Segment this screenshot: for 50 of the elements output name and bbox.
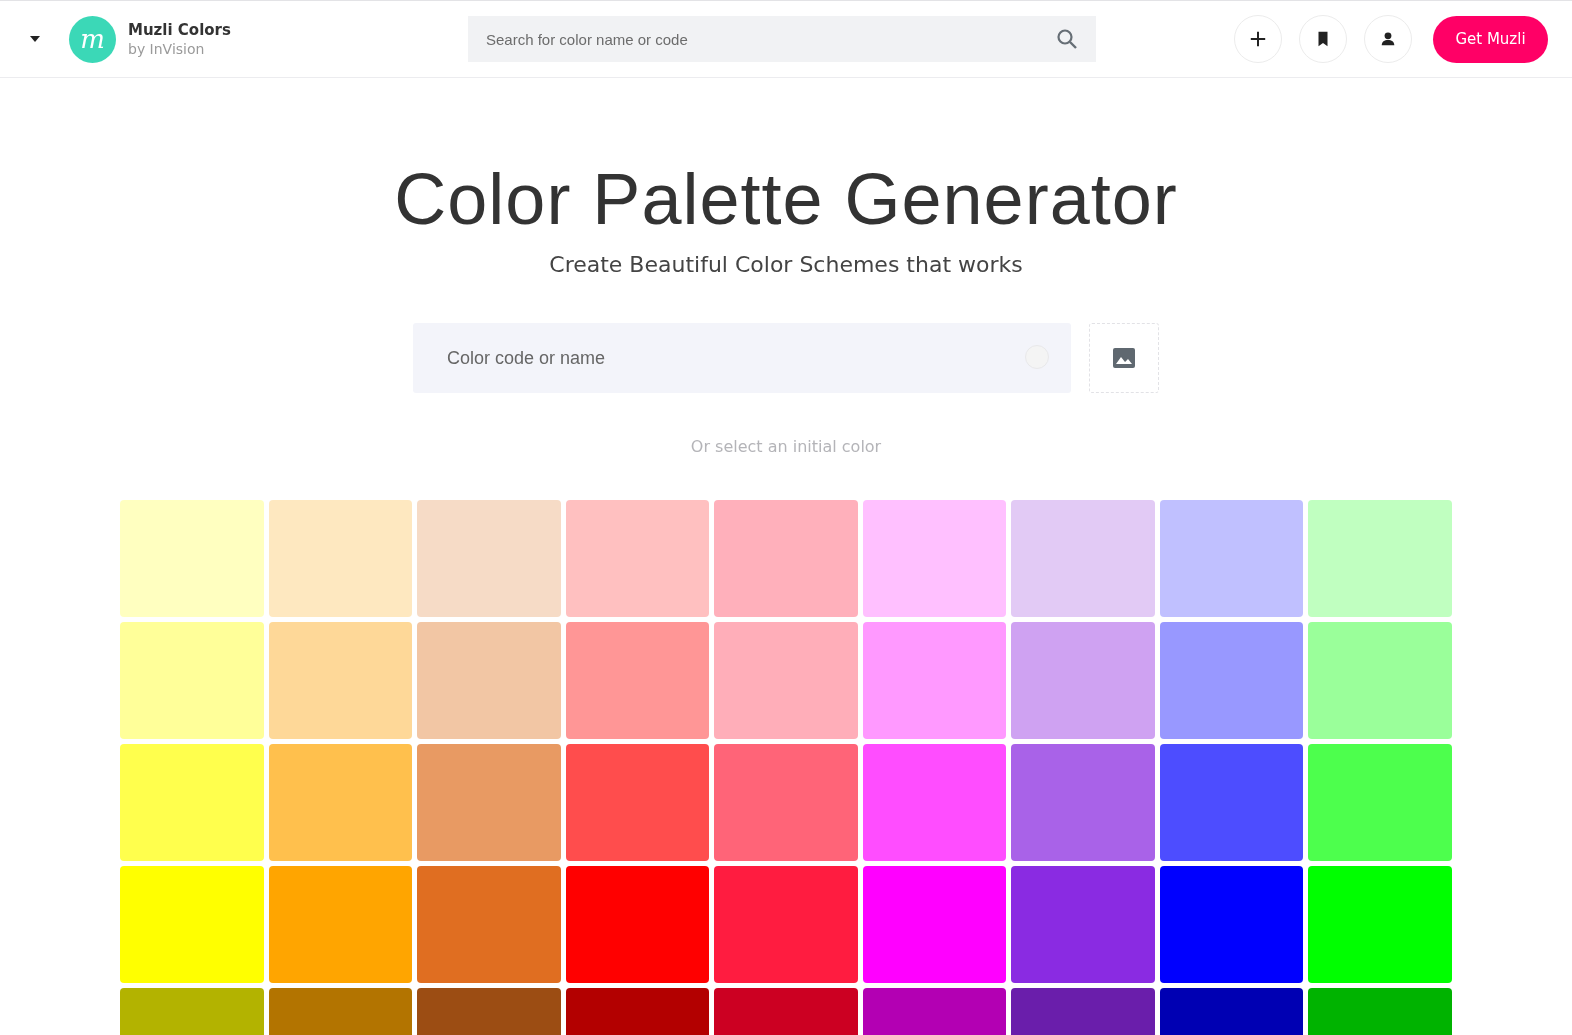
color-swatch[interactable] [862,500,1007,617]
page-subtitle: Create Beautiful Color Schemes that works [549,252,1023,277]
color-swatch[interactable] [120,866,264,983]
color-input-field[interactable]: Color code or name [413,323,1071,393]
color-swatch[interactable] [862,622,1007,739]
color-swatch[interactable] [268,866,413,983]
image-icon [1112,346,1136,370]
search-field[interactable]: Search for color name or code [468,16,1096,62]
color-swatch[interactable] [1308,500,1452,617]
color-swatch[interactable] [1011,622,1155,739]
page-title: Color Palette Generator [394,158,1178,240]
color-swatch[interactable] [714,744,858,861]
person-icon [1379,30,1397,48]
color-swatch[interactable] [268,622,413,739]
search-icon[interactable] [1056,28,1078,50]
color-swatch[interactable] [1159,500,1304,617]
color-swatch[interactable] [1011,866,1155,983]
color-swatch[interactable] [417,866,561,983]
color-swatch[interactable] [268,500,413,617]
color-swatch[interactable] [1159,866,1304,983]
color-swatch[interactable] [1308,866,1452,983]
color-swatch[interactable] [120,500,264,617]
brand-name: Muzli Colors [128,21,232,39]
color-swatch[interactable] [714,866,858,983]
color-swatch[interactable] [862,866,1007,983]
image-upload-button[interactable] [1089,323,1159,393]
color-swatch[interactable] [417,744,561,861]
color-swatch[interactable] [268,744,413,861]
color-swatch[interactable] [565,500,710,617]
color-swatch[interactable] [565,622,710,739]
color-swatch[interactable] [1308,622,1452,739]
hint-text: Or select an initial color [690,437,882,456]
plus-icon [1249,30,1267,48]
color-swatch[interactable] [1159,622,1304,739]
color-swatch[interactable] [862,744,1007,861]
color-swatch[interactable] [565,744,710,861]
color-swatch[interactable] [1011,500,1155,617]
color-swatch[interactable] [417,500,561,617]
caret-icon[interactable] [29,35,41,43]
color-swatch[interactable] [120,622,264,739]
color-swatch[interactable] [714,622,858,739]
get-muzli-button[interactable]: Get Muzli [1433,15,1548,63]
color-swatch[interactable] [1308,744,1452,861]
color-swatch[interactable] [565,866,710,983]
color-swatch[interactable] [417,622,561,739]
color-swatch[interactable] [120,744,264,861]
color-swatch[interactable] [714,500,858,617]
brand-byline: by InVision [128,41,206,57]
color-swatch[interactable] [1159,744,1304,861]
color-swatch[interactable] [1011,744,1155,861]
